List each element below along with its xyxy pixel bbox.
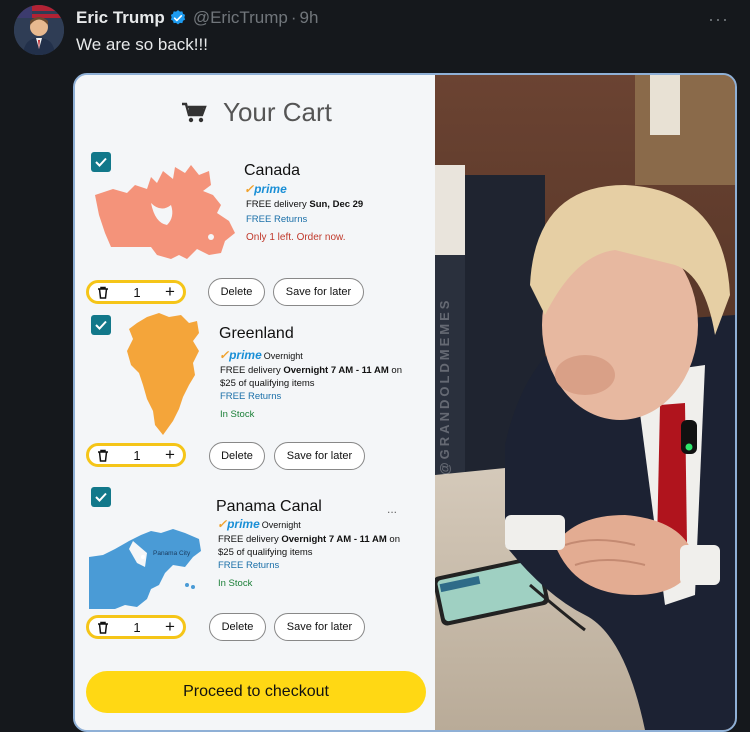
- watermark-text: @GRANDOLDMEMES: [437, 297, 452, 475]
- quantity-value: 1: [133, 619, 141, 635]
- delivery-date: Sun, Dec 29: [309, 199, 364, 210]
- delivery-info: FREE delivery Overnight 7 AM - 11 AM on: [218, 534, 400, 545]
- quantity-stepper[interactable]: 1 +: [86, 280, 186, 304]
- plus-icon[interactable]: +: [165, 282, 175, 302]
- delivery-info: FREE delivery Sun, Dec 29: [246, 199, 363, 210]
- more-options-icon[interactable]: ...: [387, 502, 397, 516]
- free-returns[interactable]: FREE Returns: [246, 214, 307, 225]
- quantity-stepper[interactable]: 1 +: [86, 443, 186, 467]
- plus-icon[interactable]: +: [165, 445, 175, 465]
- prime-label: prime: [227, 517, 260, 531]
- stock-status: In Stock: [218, 578, 253, 589]
- delivery-prefix: FREE delivery: [220, 365, 284, 376]
- cart-icon: [182, 102, 207, 122]
- trash-icon[interactable]: [97, 286, 109, 299]
- delete-button[interactable]: Delete: [208, 278, 265, 306]
- save-for-later-button[interactable]: Save for later: [274, 442, 365, 470]
- item-name-panama-canal[interactable]: Panama Canal: [216, 498, 322, 516]
- delivery-line2: $25 of qualifying items: [218, 547, 313, 558]
- free-returns[interactable]: FREE Returns: [218, 560, 279, 571]
- prime-suffix: Overnight: [263, 351, 303, 361]
- delivery-prefix: FREE delivery: [218, 534, 282, 545]
- checkmark-icon: [95, 320, 107, 330]
- canada-map: [95, 165, 235, 259]
- prime-label: prime: [254, 182, 287, 196]
- avatar[interactable]: [14, 5, 64, 55]
- author-name[interactable]: Eric Trump: [76, 8, 165, 28]
- prime-badge: ✓prime Overnight: [219, 348, 303, 362]
- trash-icon[interactable]: [97, 621, 109, 634]
- delivery-suffix: on: [388, 365, 402, 376]
- quantity-stepper[interactable]: 1 +: [86, 615, 186, 639]
- prime-badge: ✓prime Overnight: [217, 517, 301, 531]
- delivery-prefix: FREE delivery: [246, 199, 310, 210]
- map-city-label: Panama City: [153, 550, 191, 557]
- delete-button[interactable]: Delete: [209, 613, 266, 641]
- cart-title-text: Your Cart: [223, 97, 332, 127]
- separator-dot: ·: [290, 8, 297, 27]
- stock-status: Only 1 left. Order now.: [246, 232, 346, 243]
- save-for-later-button[interactable]: Save for later: [273, 278, 364, 306]
- more-horizontal-icon[interactable]: ···: [708, 9, 729, 30]
- free-returns[interactable]: FREE Returns: [220, 391, 281, 402]
- prime-badge: ✓prime: [244, 182, 287, 196]
- checkmark-icon: [95, 492, 107, 502]
- man-at-table-photo: [435, 75, 735, 730]
- delivery-window: Overnight 7 AM - 11 AM: [281, 534, 387, 545]
- plus-icon[interactable]: +: [165, 617, 175, 637]
- author-handle[interactable]: @EricTrump: [193, 8, 288, 28]
- cart-panel: Your Cart Canada ✓prime FREE delivery Su…: [75, 75, 435, 730]
- verified-badge-icon: [170, 10, 185, 25]
- trash-icon[interactable]: [97, 449, 109, 462]
- quantity-value: 1: [133, 284, 141, 300]
- tweet-media[interactable]: Your Cart Canada ✓prime FREE delivery Su…: [73, 73, 737, 732]
- prime-suffix: Overnight: [261, 520, 301, 530]
- panama-map: Panama City: [89, 529, 201, 609]
- post-time[interactable]: 9h: [300, 8, 319, 28]
- checkbox-panama-canal[interactable]: [91, 487, 111, 507]
- greenland-map: [127, 313, 199, 435]
- quantity-value: 1: [133, 447, 141, 463]
- photo-panel: [435, 75, 735, 730]
- cart-title: Your Cart: [181, 97, 332, 128]
- proceed-to-checkout-button[interactable]: Proceed to checkout: [86, 671, 426, 713]
- item-name-canada[interactable]: Canada: [244, 162, 300, 180]
- stock-status: In Stock: [220, 409, 255, 420]
- tweet-header: Eric Trump @EricTrump · 9h: [76, 6, 318, 30]
- tweet-text: We are so back!!!: [76, 35, 208, 54]
- delivery-window: Overnight 7 AM - 11 AM: [283, 365, 389, 376]
- save-for-later-button[interactable]: Save for later: [274, 613, 365, 641]
- delivery-suffix: on: [386, 534, 400, 545]
- delete-button[interactable]: Delete: [209, 442, 265, 470]
- delivery-line2: $25 of qualifying items: [220, 378, 315, 389]
- item-name-greenland[interactable]: Greenland: [219, 325, 294, 343]
- prime-label: prime: [229, 348, 262, 362]
- delivery-info: FREE delivery Overnight 7 AM - 11 AM on: [220, 365, 402, 376]
- checkbox-greenland[interactable]: [91, 315, 111, 335]
